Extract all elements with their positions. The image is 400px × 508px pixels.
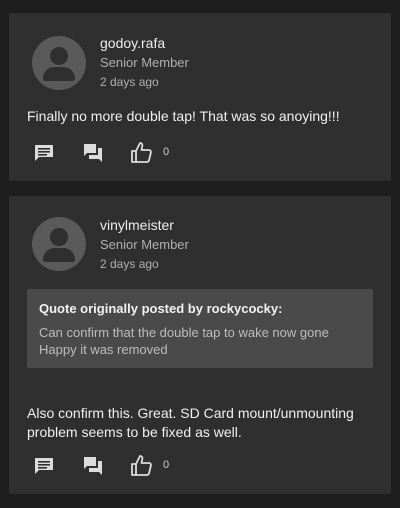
avatar-body	[43, 67, 75, 81]
avatar-head	[50, 47, 68, 65]
avatar-head	[50, 228, 68, 246]
user-role: Senior Member	[100, 55, 189, 70]
username[interactable]: godoy.rafa	[100, 35, 189, 51]
thumb-up-icon[interactable]	[130, 141, 154, 165]
username[interactable]: vinylmeister	[100, 217, 189, 233]
forum-icon[interactable]	[81, 141, 105, 165]
post-actions: 0	[32, 141, 192, 165]
comment-icon[interactable]	[32, 454, 56, 478]
avatar-body	[43, 248, 75, 262]
like-count: 0	[163, 146, 170, 158]
post-card: godoy.rafa Senior Member 2 days ago Fina…	[9, 13, 391, 181]
post-body: Finally no more double tap! That was so …	[27, 108, 340, 124]
comment-icon[interactable]	[32, 141, 56, 165]
avatar[interactable]	[32, 217, 86, 271]
thumb-up-icon[interactable]	[130, 454, 154, 478]
post-time: 2 days ago	[100, 75, 159, 89]
post-meta: godoy.rafa Senior Member 2 days ago	[100, 35, 189, 89]
post-card: vinylmeister Senior Member 2 days ago Qu…	[9, 196, 391, 494]
avatar[interactable]	[32, 36, 86, 90]
post-actions: 0	[32, 454, 192, 478]
quote-body: Can confirm that the double tap to wake …	[39, 325, 329, 357]
post-body: Also confirm this. Great. SD Card mount/…	[27, 405, 354, 440]
post-meta: vinylmeister Senior Member 2 days ago	[100, 217, 189, 271]
user-role: Senior Member	[100, 237, 189, 252]
forum-icon[interactable]	[81, 454, 105, 478]
like-count: 0	[163, 459, 170, 471]
quote-title: Quote originally posted by rockycocky:	[39, 301, 283, 316]
quote-block: Quote originally posted by rockycocky: C…	[27, 289, 373, 368]
post-time: 2 days ago	[100, 257, 159, 271]
